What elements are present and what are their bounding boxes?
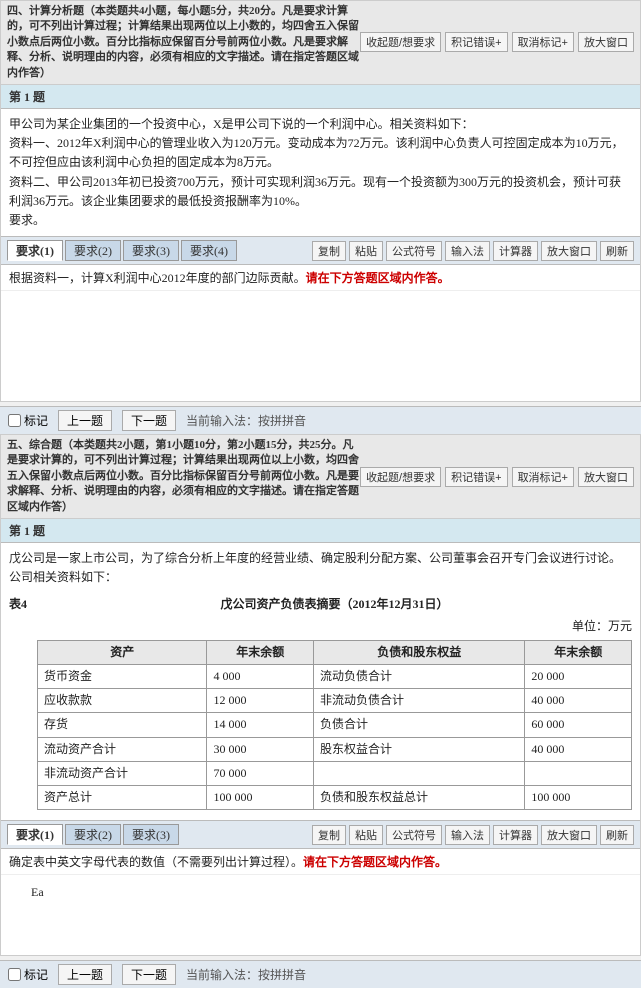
table-row: 货币资金 4 000 流动负债合计 20 000 <box>38 664 632 688</box>
formula-btn-2[interactable]: 公式符号 <box>386 825 442 845</box>
input-btn-2[interactable]: 输入法 <box>445 825 490 845</box>
cancel-mark-btn-2[interactable]: 取消标记+ <box>512 467 574 487</box>
section-comprehensive: 五、综合题（本类题共2小题，第1小题10分，第2小题15分，共25分。凡是要求计… <box>0 434 641 956</box>
cancel-mark-btn-1[interactable]: 取消标记+ <box>512 32 574 52</box>
enlarge2-btn-1[interactable]: 放大窗口 <box>541 241 597 261</box>
calc-btn-1[interactable]: 计算器 <box>493 241 538 261</box>
section1-toolbar: 收起题/想要求 积记错误+ 取消标记+ 放大窗口 <box>360 32 634 52</box>
refresh-btn-1[interactable]: 刷新 <box>600 241 634 261</box>
req-tab-1-2[interactable]: 要求(2) <box>65 240 121 261</box>
copy-btn-2[interactable]: 复制 <box>312 825 346 845</box>
mark-error-btn-2[interactable]: 积记错误+ <box>445 467 507 487</box>
instruction-emphasis-2: 请在下方答题区域内作答。 <box>303 855 447 869</box>
section1-req-toolbar: 复制 粘贴 公式符号 输入法 计算器 放大窗口 刷新 <box>312 241 634 261</box>
input-btn-1[interactable]: 输入法 <box>445 241 490 261</box>
table-row: 资产总计 100 000 负债和股东权益总计 100 000 <box>38 785 632 809</box>
copy-btn-1[interactable]: 复制 <box>312 241 346 261</box>
section2-req-bar: 要求(1) 要求(2) 要求(3) 复制 粘贴 公式符号 输入法 计算器 放大窗… <box>1 820 640 849</box>
mark-checkbox-2[interactable]: 标记 <box>8 966 48 983</box>
section1-title: 四、计算分析题（本类题共4小题，每小题5分，共20分。凡是要求计算的，可不列出计… <box>7 4 360 81</box>
mark-check-2[interactable] <box>8 968 21 981</box>
next-btn-1[interactable]: 下一题 <box>122 410 176 431</box>
col-header-year-end-2: 年末余额 <box>525 640 632 664</box>
enlarge2-btn-2[interactable]: 放大窗口 <box>541 825 597 845</box>
collapse-btn-1[interactable]: 收起题/想要求 <box>360 32 441 52</box>
paste-btn-1[interactable]: 粘贴 <box>349 241 383 261</box>
section1-req-tabs: 要求(1) 要求(2) 要求(3) 要求(4) <box>7 240 237 261</box>
collapse-btn-2[interactable]: 收起题/想要求 <box>360 467 441 487</box>
section2-req-tabs: 要求(1) 要求(2) 要求(3) <box>7 824 179 845</box>
section2-answer-box[interactable]: Ea <box>1 875 640 955</box>
answer-ea: Ea <box>31 885 44 900</box>
instruction-emphasis-1: 请在下方答题区域内作答。 <box>306 271 450 285</box>
unit-line: 单位：万元 <box>37 617 632 636</box>
next-btn-2[interactable]: 下一题 <box>122 964 176 985</box>
table-row: 非流动资产合计 70 000 <box>38 761 632 785</box>
mark-error-btn-1[interactable]: 积记错误+ <box>445 32 507 52</box>
section2-header: 五、综合题（本类题共2小题，第1小题10分，第2小题15分，共25分。凡是要求计… <box>1 435 640 519</box>
prev-btn-2[interactable]: 上一题 <box>58 964 112 985</box>
section1-content: 甲公司为某企业集团的一个投资中心，X是甲公司下说的一个利润中心。相关资料如下： … <box>1 109 640 236</box>
req-tab-1-1[interactable]: 要求(1) <box>7 240 63 261</box>
footer-1: 标记 上一题 下一题 当前输入法：按拼拼音 <box>0 406 641 434</box>
input-method-2: 当前输入法：按拼拼音 <box>186 966 306 983</box>
prev-btn-1[interactable]: 上一题 <box>58 410 112 431</box>
req-tab-2-3[interactable]: 要求(3) <box>123 824 179 845</box>
section1-req-instruction: 根据资料一，计算X利润中心2012年度的部门边际贡献。请在下方答题区域内作答。 <box>1 265 640 291</box>
input-method-1: 当前输入法：按拼拼音 <box>186 412 306 429</box>
mark-check-1[interactable] <box>8 414 21 427</box>
section2-table-area: 表4 戊公司资产负债表摘要（2012年12月31日） 单位：万元 资产 年末余额… <box>1 593 640 820</box>
section2-title: 五、综合题（本类题共2小题，第1小题10分，第2小题15分，共25分。凡是要求计… <box>7 438 360 515</box>
section2-intro: 戊公司是一家上市公司，为了综合分析上年度的经营业绩、确定股利分配方案、公司董事会… <box>1 543 640 593</box>
section1-header: 四、计算分析题（本类题共4小题，每小题5分，共20分。凡是要求计算的，可不列出计… <box>1 1 640 85</box>
section1-question-num: 第 1 题 <box>1 85 640 109</box>
col-header-asset: 资产 <box>38 640 207 664</box>
table-row: 应收款款 12 000 非流动负债合计 40 000 <box>38 689 632 713</box>
col-header-year-end-1: 年末余额 <box>207 640 314 664</box>
req-tab-1-4[interactable]: 要求(4) <box>181 240 237 261</box>
enlarge-btn-2[interactable]: 放大窗口 <box>578 467 634 487</box>
req-tab-2-1[interactable]: 要求(1) <box>7 824 63 845</box>
footer-2: 标记 上一题 下一题 当前输入法：按拼拼音 <box>0 960 641 988</box>
section2-question-num: 第 1 题 <box>1 519 640 543</box>
enlarge-btn-1[interactable]: 放大窗口 <box>578 32 634 52</box>
paste-btn-2[interactable]: 粘贴 <box>349 825 383 845</box>
mark-checkbox-1[interactable]: 标记 <box>8 412 48 429</box>
section2-req-toolbar: 复制 粘贴 公式符号 输入法 计算器 放大窗口 刷新 <box>312 825 634 845</box>
calc-btn-2[interactable]: 计算器 <box>493 825 538 845</box>
table-row: 存货 14 000 负债合计 60 000 <box>38 713 632 737</box>
balance-table: 资产 年末余额 负债和股东权益 年末余额 货币资金 4 000 流动负债合计 2… <box>37 640 632 810</box>
section-calculate: 四、计算分析题（本类题共4小题，每小题5分，共20分。凡是要求计算的，可不列出计… <box>0 0 641 402</box>
formula-btn-1[interactable]: 公式符号 <box>386 241 442 261</box>
section2-toolbar: 收起题/想要求 积记错误+ 取消标记+ 放大窗口 <box>360 467 634 487</box>
section1-answer-box[interactable] <box>1 291 640 401</box>
refresh-btn-2[interactable]: 刷新 <box>600 825 634 845</box>
section2-req-instruction: 确定表中英文字母代表的数值（不需要列出计算过程）。请在下方答题区域内作答。 <box>1 849 640 875</box>
col-header-liability: 负债和股东权益 <box>314 640 525 664</box>
table-title: 戊公司资产负债表摘要（2012年12月31日） <box>37 595 632 614</box>
table-row: 流动资产合计 30 000 股东权益合计 40 000 <box>38 737 632 761</box>
req-tab-2-2[interactable]: 要求(2) <box>65 824 121 845</box>
req-tab-1-3[interactable]: 要求(3) <box>123 240 179 261</box>
table-label: 表4 <box>9 595 27 614</box>
section1-req-bar: 要求(1) 要求(2) 要求(3) 要求(4) 复制 粘贴 公式符号 输入法 计… <box>1 236 640 265</box>
